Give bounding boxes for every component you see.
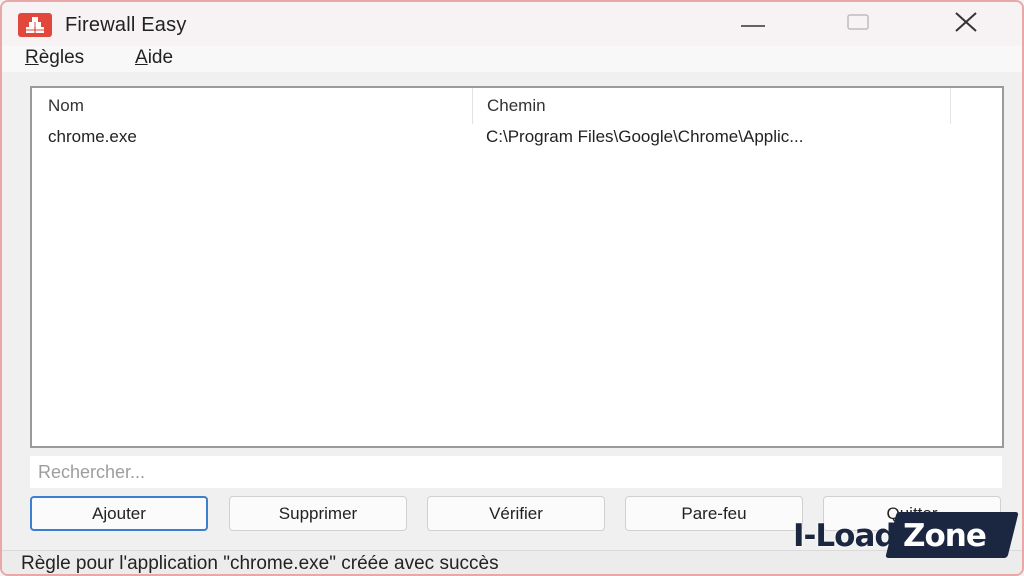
title-bar[interactable]: Firewall Easy — [2, 2, 1022, 46]
rules-table[interactable]: Nom Chemin chrome.exe C:\Program Files\G… — [30, 86, 1004, 448]
status-text: Règle pour l'application "chrome.exe" cr… — [21, 553, 499, 574]
table-row[interactable]: chrome.exe C:\Program Files\Google\Chrom… — [32, 124, 1002, 152]
menu-bar: Règles Aide — [2, 46, 1022, 72]
brick-wall-icon — [18, 13, 52, 37]
maximize-icon — [847, 13, 869, 35]
column-divider[interactable] — [950, 88, 951, 124]
search-input[interactable] — [30, 456, 1002, 488]
menu-aide[interactable]: Aide — [135, 46, 173, 72]
verify-button[interactable]: Vérifier — [427, 496, 605, 531]
close-icon — [955, 11, 977, 37]
watermark-logo: I-Load Zone — [793, 508, 1019, 564]
add-button[interactable]: Ajouter — [30, 496, 208, 531]
firewall-button[interactable]: Pare-feu — [625, 496, 803, 531]
minimize-button[interactable] — [718, 2, 788, 46]
cell-nom: chrome.exe — [48, 127, 137, 146]
close-button[interactable] — [931, 2, 1001, 46]
window-title: Firewall Easy — [65, 14, 187, 36]
column-header-nom[interactable]: Nom — [48, 88, 468, 124]
app-window: Firewall Easy Règles Aide Nom Chemin chr… — [0, 0, 1024, 576]
watermark-text-left: I-Load — [793, 518, 897, 554]
menu-regles[interactable]: Règles — [25, 46, 84, 72]
watermark-text-right: Zone — [903, 518, 987, 554]
minimize-icon — [741, 15, 765, 33]
maximize-button[interactable] — [823, 2, 893, 46]
delete-button[interactable]: Supprimer — [229, 496, 407, 531]
column-header-chemin[interactable]: Chemin — [472, 88, 952, 124]
cell-chemin: C:\Program Files\Google\Chrome\Applic... — [486, 127, 804, 146]
